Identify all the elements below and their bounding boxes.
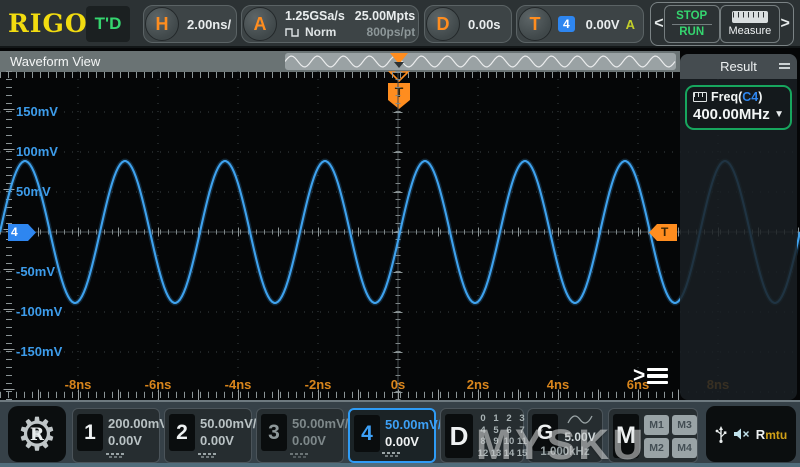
trigger-level-marker[interactable]: T — [649, 224, 677, 246]
channel1-badge: 1 — [77, 414, 103, 451]
stop-run-button[interactable]: STOP RUN — [663, 5, 720, 43]
measurement-ruler-icon — [693, 92, 707, 102]
sample-resolution: 800ps/pt — [366, 25, 416, 39]
measurement-value: 400.00MHz — [693, 106, 770, 123]
measure-label: Measure — [728, 25, 772, 37]
channel2-scale: 50.00mV/ — [200, 416, 257, 431]
channel3-card[interactable]: 3 50.00mV/ 0.00V — [256, 408, 348, 463]
math3-button[interactable]: M3 — [672, 415, 697, 435]
channel4-offset-marker[interactable]: 4 — [8, 224, 36, 246]
result-menu-icon[interactable] — [779, 63, 790, 69]
digital-badge: D — [445, 414, 473, 458]
watermark: MYSKU — [476, 421, 647, 467]
voltage-label: 50mV — [16, 184, 51, 199]
chevron-right-icon: > — [633, 364, 646, 387]
math2-button[interactable]: M2 — [644, 438, 669, 458]
channel4-offset: 0.00V — [385, 434, 419, 449]
square-wave-icon — [285, 27, 299, 37]
measure-button[interactable]: Measure — [719, 5, 781, 43]
horizontal-key-icon[interactable]: H — [145, 7, 179, 41]
trigger-sweep-mode: A — [625, 16, 635, 32]
slider-wave-preview — [285, 55, 676, 68]
ground-coupling-icon — [382, 451, 402, 458]
math4-button[interactable]: M4 — [672, 438, 697, 458]
usb-icon — [715, 425, 727, 443]
measure-ruler-icon — [731, 11, 768, 23]
system-status-box[interactable]: Rmtu — [706, 406, 796, 462]
trigger-position-chevron-icon — [394, 62, 404, 68]
channel2-offset: 0.00V — [200, 433, 234, 448]
trigger-level-value: 0.00V — [585, 16, 620, 32]
result-panel-header: Result — [680, 54, 797, 79]
ground-coupling-icon — [198, 452, 218, 459]
run-label: RUN — [679, 25, 705, 38]
channel1-offset: 0.00V — [108, 433, 142, 448]
acquisition-settings-button[interactable]: A 1.25GSa/s Norm 25.00Mpts 800ps/pt — [241, 5, 419, 43]
trigger-key-icon[interactable]: T — [518, 7, 552, 41]
time-label: -2ns — [304, 377, 332, 392]
top-status-bar: RIGOL T'D H 2.00ns/ A 1.25GSa/s Norm 25.… — [0, 0, 800, 48]
delay-value: 0.00s — [468, 16, 501, 32]
oscilloscope-screen: RIGOL T'D H 2.00ns/ A 1.25GSa/s Norm 25.… — [0, 0, 800, 467]
channel3-badge: 3 — [261, 414, 287, 451]
delay-settings-button[interactable]: D 0.00s — [424, 5, 512, 43]
result-panel: Result Freq(C4) 400.00MHz ▼ — [680, 54, 797, 400]
bottom-channel-bar: ⚙ R 1 200.00mV/ 0.00V 2 50.00mV/ 0.00V 3 … — [0, 400, 800, 467]
channel1-card[interactable]: 1 200.00mV/ 0.00V — [72, 408, 172, 463]
time-label: -6ns — [144, 377, 172, 392]
math1-button[interactable]: M1 — [644, 415, 669, 435]
ground-coupling-icon — [290, 452, 310, 459]
speaker-muted-icon — [733, 428, 749, 440]
channel4-scale: 50.00mV/ — [385, 417, 442, 432]
channel4-card-selected[interactable]: 4 50.00mV/ 0.00V — [348, 408, 441, 463]
delay-key-icon[interactable]: D — [426, 7, 460, 41]
bottom-edge-strip — [0, 463, 800, 467]
remote-indicator: Rmtu — [755, 426, 788, 442]
channel2-badge: 2 — [169, 414, 195, 451]
stop-run-divider — [671, 23, 712, 25]
chevron-down-icon[interactable]: ▼ — [774, 109, 784, 120]
channel3-scale: 50.00mV/ — [292, 416, 349, 431]
stop-label: STOP — [676, 9, 708, 22]
gear-icon: ⚙ R — [16, 408, 58, 460]
trigger-source-badge: 4 — [558, 16, 575, 32]
horizontal-position-slider[interactable] — [285, 53, 676, 70]
timebase-value: 2.00ns/ — [187, 16, 232, 32]
time-label: -4ns — [224, 377, 252, 392]
toolbar-next-arrow[interactable]: > — [780, 15, 790, 33]
result-title: Result — [720, 59, 757, 74]
trigger-settings-button[interactable]: T 4 0.00V A — [516, 5, 644, 43]
freq-measurement-card[interactable]: Freq(C4) 400.00MHz ▼ — [685, 85, 792, 130]
voltage-label: -50mV — [16, 264, 56, 279]
channel2-card[interactable]: 2 50.00mV/ 0.00V — [164, 408, 256, 463]
toolbar-prev-arrow[interactable]: < — [654, 15, 664, 33]
time-label: 2ns — [466, 377, 490, 392]
time-label: -8ns — [64, 377, 92, 392]
voltage-label: -100mV — [16, 304, 63, 319]
memory-depth: 25.00Mpts — [354, 9, 416, 23]
channel4-badge: 4 — [354, 415, 380, 452]
toolbar-nav-group: < STOP RUN Measure > — [650, 2, 794, 46]
trigger-status-indicator: T'D — [86, 6, 130, 42]
voltage-label: 100mV — [16, 144, 58, 159]
voltage-label: 150mV — [16, 104, 58, 119]
rising-edge-icon — [579, 16, 580, 32]
horizontal-settings-button[interactable]: H 2.00ns/ — [143, 5, 237, 43]
voltage-label: -150mV — [16, 344, 63, 359]
menu-lines-icon — [647, 367, 669, 385]
acquire-key-icon[interactable]: A — [243, 7, 277, 41]
measurement-name: Freq(C4) — [711, 90, 763, 104]
ground-coupling-icon — [106, 452, 126, 459]
acquire-mode: Norm — [305, 25, 337, 39]
measurement-source: C4 — [742, 90, 759, 104]
graticule-menu-expand-button[interactable]: > — [633, 364, 669, 388]
rigol-gear-logo[interactable]: ⚙ R — [8, 406, 66, 462]
time-label: 0s — [390, 377, 406, 392]
channel3-offset: 0.00V — [292, 433, 326, 448]
sample-rate: 1.25GSa/s — [285, 9, 345, 23]
time-label: 4ns — [546, 377, 570, 392]
channel1-scale: 200.00mV/ — [108, 416, 172, 431]
